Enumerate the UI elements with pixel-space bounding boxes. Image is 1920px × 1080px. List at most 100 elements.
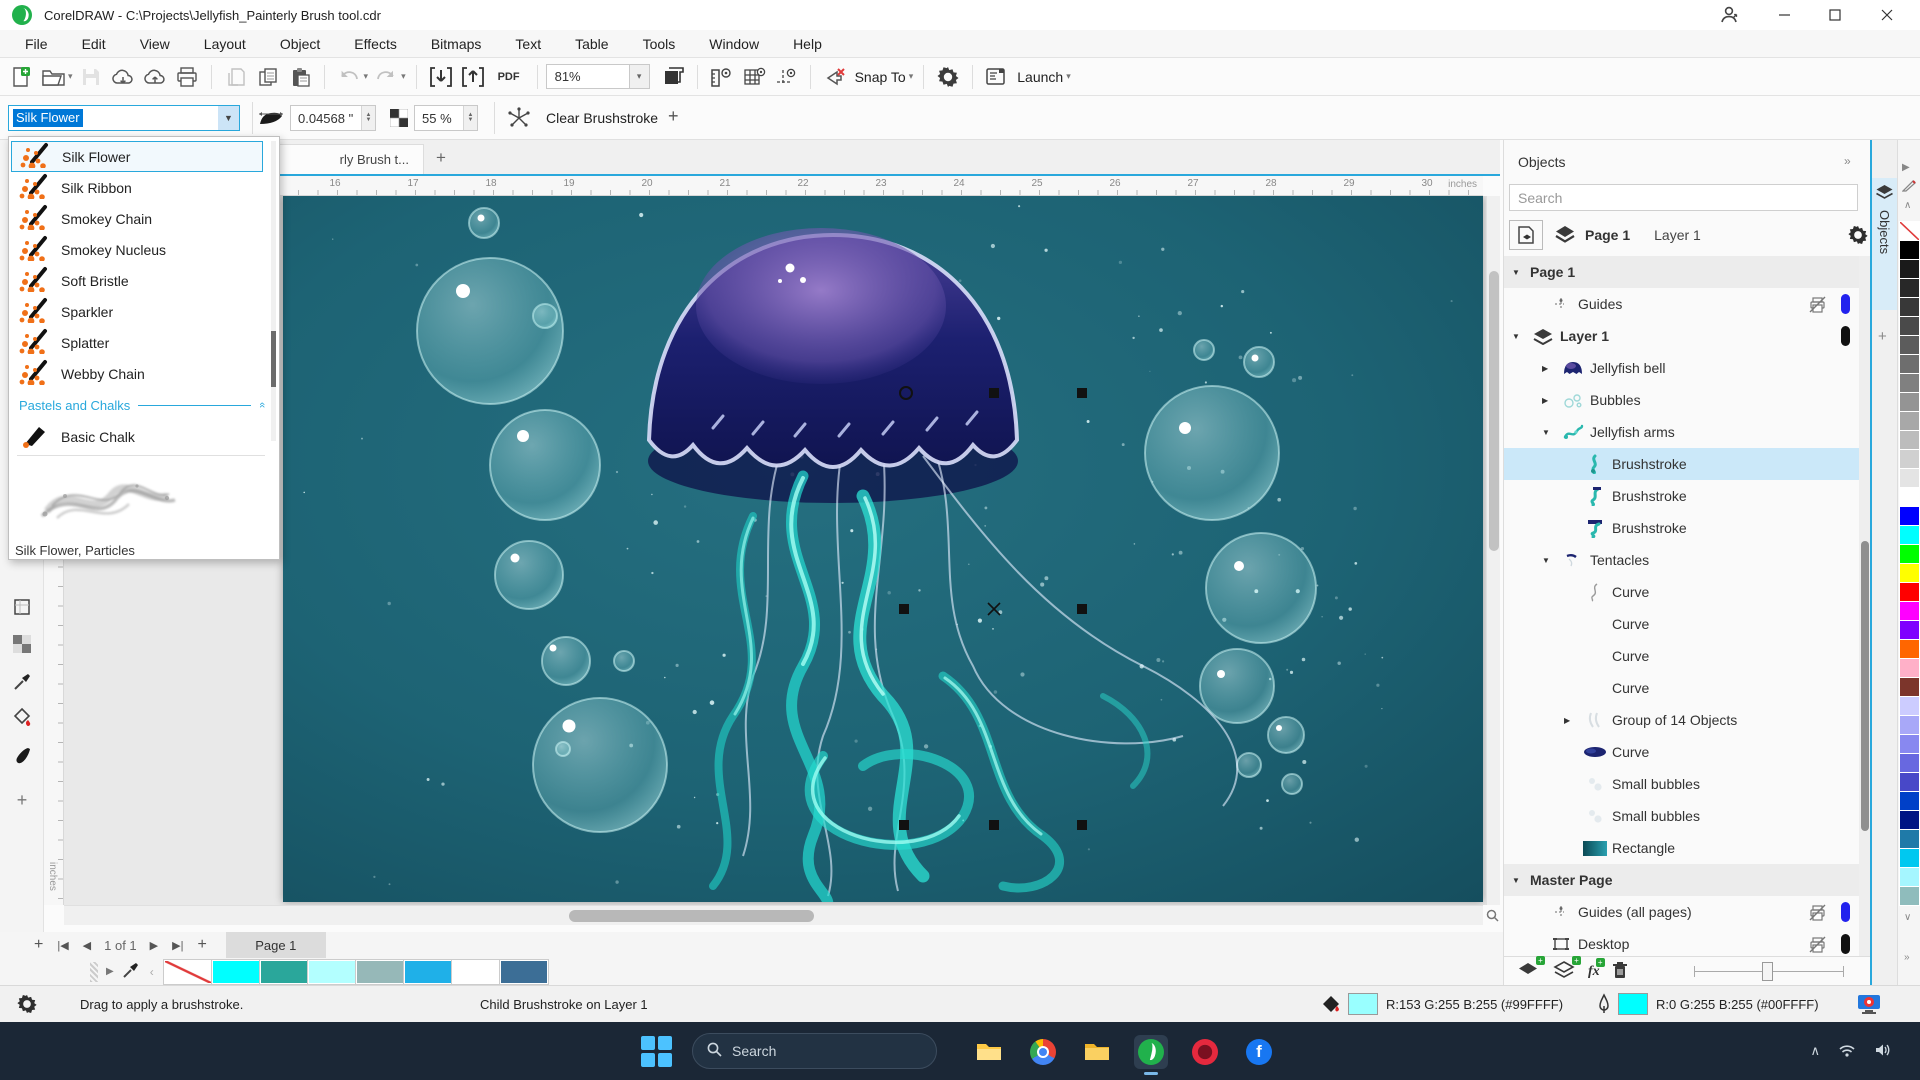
palette-drag-handle[interactable]	[90, 961, 98, 982]
previous-page-button[interactable]: ◀	[83, 939, 91, 952]
network-icon[interactable]	[1838, 1043, 1856, 1060]
maximize-button[interactable]	[1812, 0, 1858, 30]
color-swatch-0000ff[interactable]	[1899, 506, 1920, 526]
menu-bitmaps[interactable]: Bitmaps	[414, 32, 499, 56]
status-gear-icon[interactable]	[16, 993, 38, 1018]
color-swatch-1f7aa8[interactable]	[1899, 829, 1920, 849]
menu-object[interactable]: Object	[263, 32, 337, 56]
brush-item-sparkler[interactable]: Sparkler	[11, 296, 263, 327]
add-page-button[interactable]: +	[34, 936, 43, 954]
palette-eyedropper-icon[interactable]	[122, 961, 140, 982]
launch-dropdown-arrow[interactable]: ▾	[1066, 71, 1071, 82]
show-rulers-button[interactable]	[709, 64, 735, 90]
color-swatch-a5f6ff[interactable]	[1899, 867, 1920, 887]
brushstroke-combobox-arrow[interactable]: ▼	[218, 106, 239, 130]
color-swatch-1a1a1a[interactable]	[1899, 259, 1920, 279]
objects-search-input[interactable]: Search	[1509, 184, 1858, 211]
doc-color-swatch-ffffff[interactable]	[450, 958, 501, 985]
color-proof-icon[interactable]	[1856, 993, 1882, 1018]
page-tab[interactable]: Page 1	[225, 932, 326, 958]
objects-tree-row-group-of-14-objects[interactable]: ▶ Group of 14 Objects	[1504, 704, 1859, 736]
brush-item-smokey-nucleus[interactable]: Smokey Nucleus	[11, 234, 263, 265]
close-button[interactable]	[1864, 0, 1910, 30]
cloud-open-button[interactable]	[110, 64, 136, 90]
doc-color-swatch-b3ffff[interactable]	[306, 958, 357, 985]
objects-tree-row-rectangle[interactable]: Rectangle	[1504, 832, 1859, 864]
color-swatch-ff0000[interactable]	[1899, 582, 1920, 602]
tree-expander-icon[interactable]: ▶	[1542, 396, 1558, 405]
color-swatch-a8a8f8[interactable]	[1899, 715, 1920, 735]
objects-tree-row-jellyfish-arms[interactable]: ▼ Jellyfish arms	[1504, 416, 1859, 448]
launch-label[interactable]: Launch	[1017, 69, 1063, 85]
non-printable-icon[interactable]	[1808, 904, 1827, 924]
color-swatch-e4e4e4[interactable]	[1899, 468, 1920, 488]
volume-icon[interactable]	[1874, 1043, 1892, 1060]
active-page-label[interactable]: Page 1	[1585, 227, 1630, 243]
objects-tree-row-guides[interactable]: Guides	[1504, 288, 1859, 320]
objects-tree-row-tentacles[interactable]: ▼ Tentacles	[1504, 544, 1859, 576]
color-swatch-7f00ff[interactable]	[1899, 620, 1920, 640]
color-swatch-ff6600[interactable]	[1899, 639, 1920, 659]
palette-flyout-icon[interactable]: ▶	[1902, 162, 1910, 173]
eyedropper-tool-icon[interactable]	[10, 670, 34, 694]
next-page-button[interactable]: ▶	[150, 939, 158, 952]
tree-expander-icon[interactable]: ▶	[1542, 364, 1558, 373]
horizontal-scrollbar[interactable]	[64, 905, 1483, 925]
delete-button[interactable]	[1612, 961, 1628, 982]
objects-tree-row-small-bubbles[interactable]: Small bubbles	[1504, 768, 1859, 800]
color-swatch-282828[interactable]	[1899, 278, 1920, 298]
export-button[interactable]	[460, 64, 486, 90]
palette-flyout-arrow[interactable]: ▶	[106, 966, 114, 977]
coreldraw-icon[interactable]	[1134, 1035, 1168, 1075]
artboard-tool-icon[interactable]	[10, 595, 34, 619]
color-swatch-808080[interactable]	[1899, 373, 1920, 393]
undo-button[interactable]	[336, 64, 362, 90]
add-tool-button[interactable]: +	[10, 788, 34, 812]
color-swatch-00ff00[interactable]	[1899, 544, 1920, 564]
show-pages-icon[interactable]	[1509, 220, 1543, 250]
add-preset-button[interactable]: +	[668, 106, 679, 127]
color-swatch-bcbcbc[interactable]	[1899, 430, 1920, 450]
objects-tree-row-brushstroke[interactable]: Brushstroke	[1504, 512, 1859, 544]
add-docker-button[interactable]: +	[1878, 328, 1887, 345]
start-button[interactable]	[640, 1035, 672, 1067]
menu-file[interactable]: File	[8, 32, 65, 56]
new-document-button[interactable]	[8, 64, 34, 90]
print-button[interactable]	[174, 64, 200, 90]
zoom-level-input[interactable]: 81%	[545, 64, 630, 89]
taskbar-search[interactable]: Search	[692, 1033, 937, 1069]
menu-view[interactable]: View	[123, 32, 187, 56]
brush-item-webby-chain[interactable]: Webby Chain	[11, 358, 263, 389]
transparency-spinner[interactable]: 55 % ▲ ▼	[414, 105, 478, 131]
brush-item-soft-bristle[interactable]: Soft Bristle	[11, 265, 263, 296]
open-button[interactable]	[40, 64, 66, 90]
cloud-save-button[interactable]	[142, 64, 168, 90]
color-swatch-001484[interactable]	[1899, 810, 1920, 830]
color-swatch-4a4a4a[interactable]	[1899, 316, 1920, 336]
sprayer-icon[interactable]	[506, 107, 532, 132]
objects-tree-row-guides-all-pages[interactable]: Guides (all pages)	[1504, 896, 1859, 928]
tree-expander-icon[interactable]: ▼	[1542, 556, 1558, 565]
menu-edit[interactable]: Edit	[65, 32, 123, 56]
doc-color-swatch-96b8b8[interactable]	[354, 958, 405, 985]
facebook-icon[interactable]: f	[1242, 1035, 1276, 1069]
non-printable-icon[interactable]	[1808, 296, 1827, 316]
copy-button[interactable]	[255, 64, 281, 90]
color-swatch-00c8f0[interactable]	[1899, 848, 1920, 868]
doc-color-swatch-none[interactable]	[162, 958, 213, 985]
color-swatch-00ffff[interactable]	[1899, 525, 1920, 545]
chrome-icon[interactable]	[1026, 1035, 1060, 1069]
brushstroke-combobox[interactable]: Silk Flower ▼	[8, 105, 240, 131]
objects-tree-row-curve[interactable]: Curve	[1504, 672, 1859, 704]
vertical-scrollbar[interactable]	[1486, 196, 1500, 905]
non-printable-icon[interactable]	[1808, 936, 1827, 956]
menu-layout[interactable]: Layout	[187, 32, 263, 56]
collapse-section-icon[interactable]: «	[256, 402, 268, 408]
last-page-button[interactable]: ▶|	[172, 939, 183, 952]
tree-expander-icon[interactable]: ▼	[1512, 876, 1528, 885]
redo-button[interactable]	[373, 64, 399, 90]
color-swatch-383838[interactable]	[1899, 297, 1920, 317]
objects-tree-row-small-bubbles[interactable]: Small bubbles	[1504, 800, 1859, 832]
brush-item-splatter[interactable]: Splatter	[11, 327, 263, 358]
doc-color-swatch-2aa79b[interactable]	[258, 958, 309, 985]
